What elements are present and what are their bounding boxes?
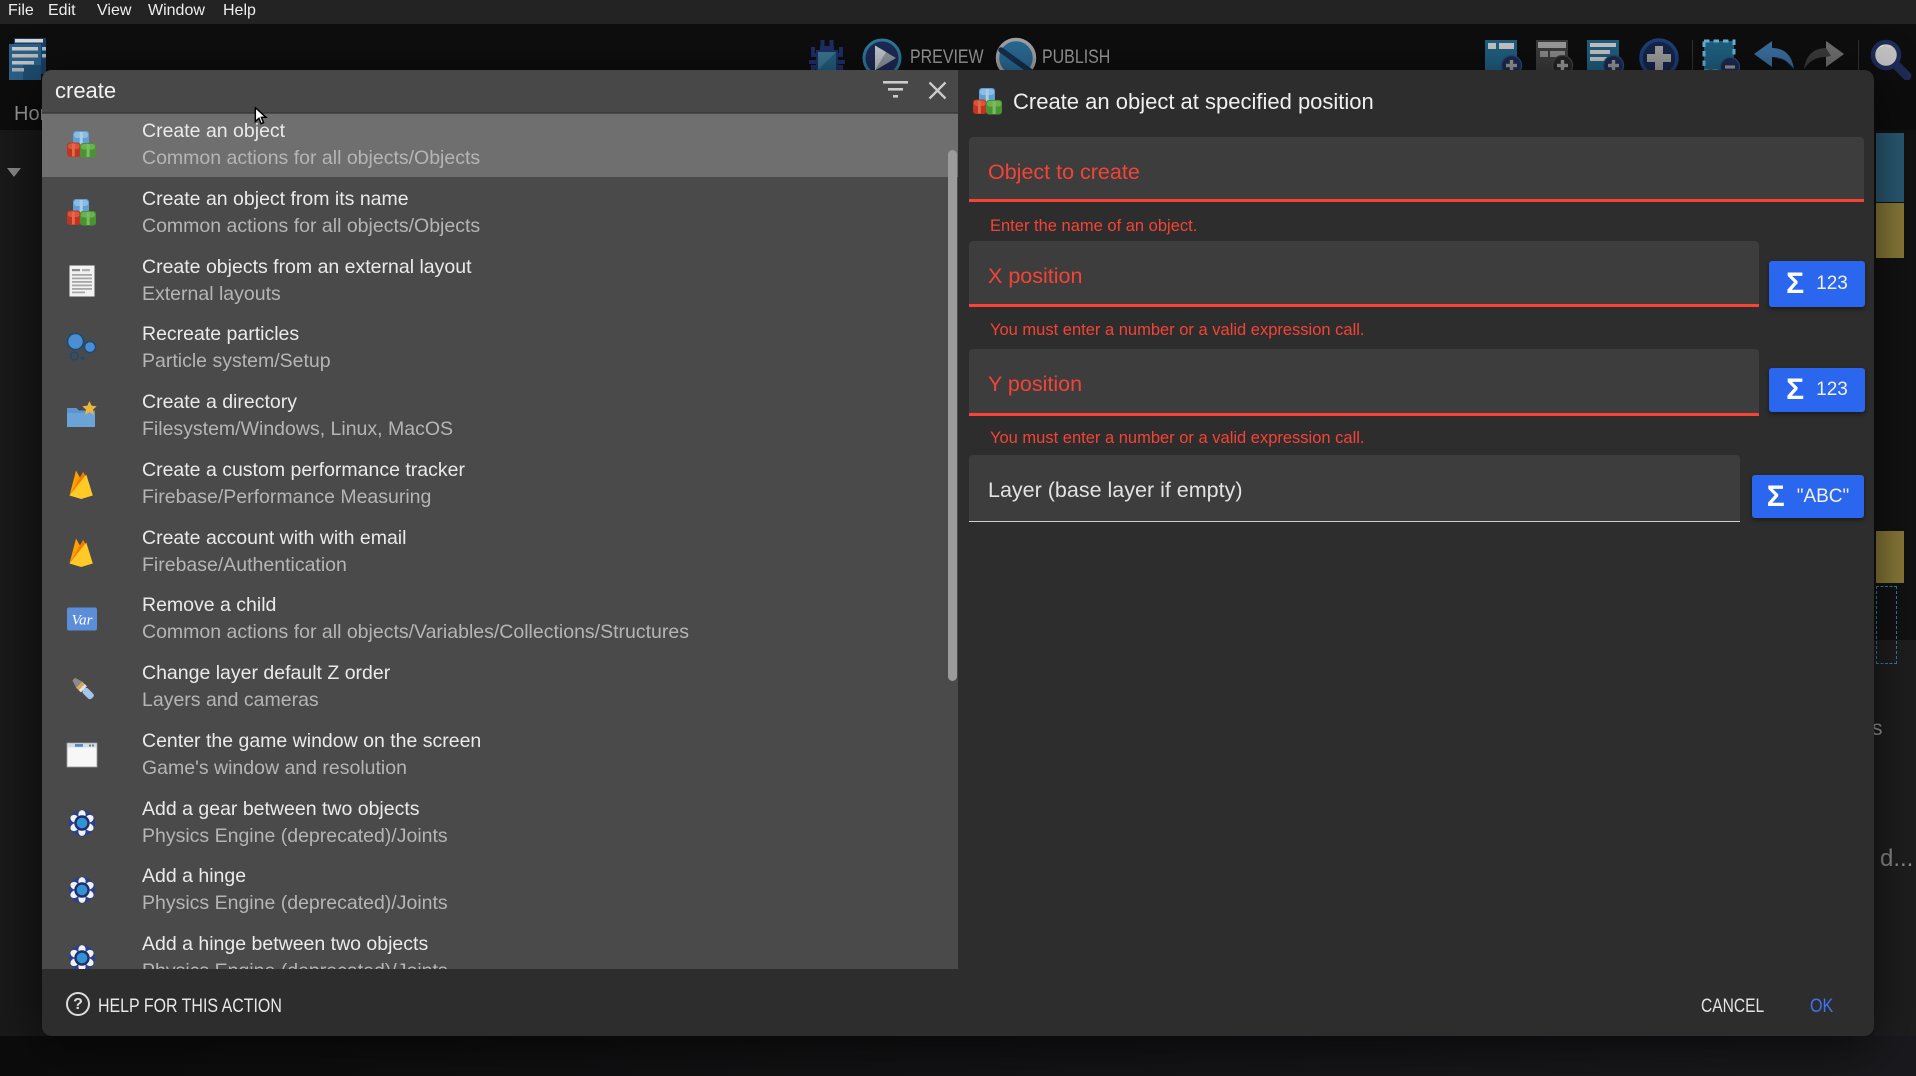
svg-text:Var: Var <box>72 613 93 629</box>
